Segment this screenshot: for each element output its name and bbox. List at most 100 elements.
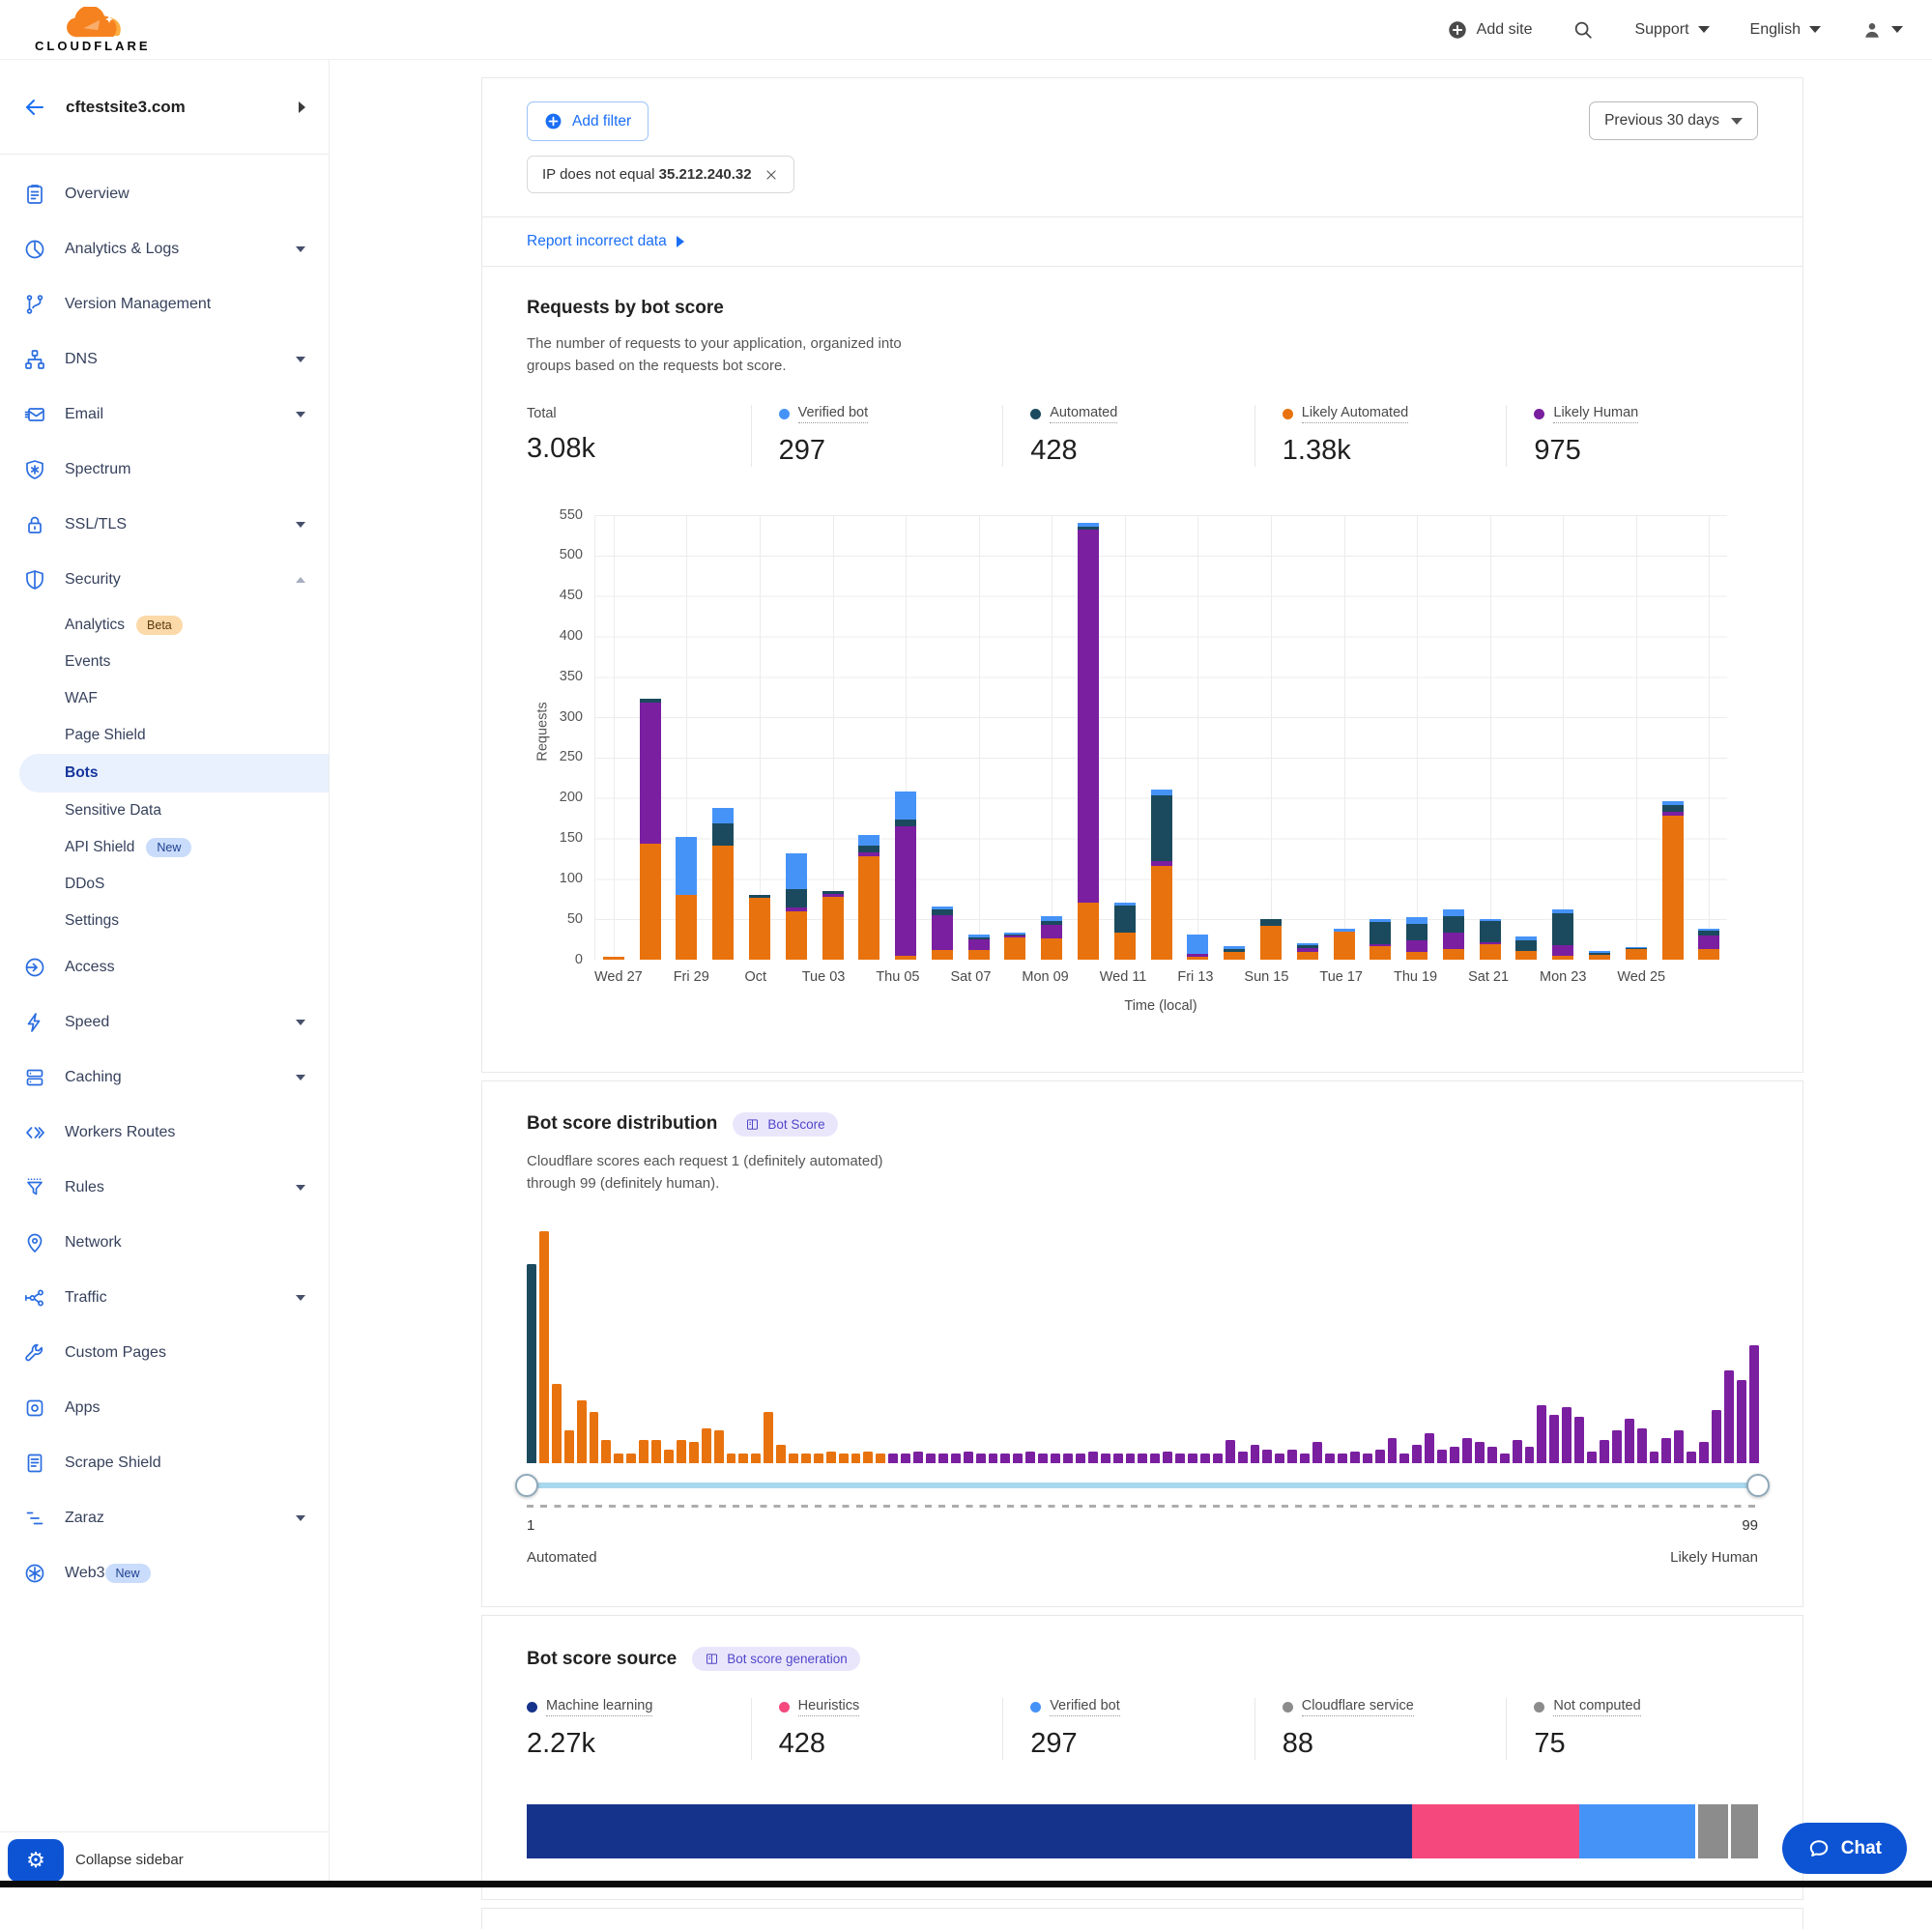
bar-slot[interactable] (815, 515, 851, 960)
bar-slot[interactable] (1544, 515, 1581, 960)
sidebar-item-page-shield[interactable]: Page Shield (0, 717, 329, 754)
bar-slot[interactable] (1326, 515, 1363, 960)
bar-segment-likely-automated (1151, 866, 1172, 959)
requests-bar-chart: Requests 5505004504003503002502001501005… (527, 507, 1758, 1031)
filter-chip-value: 35.212.240.32 (659, 166, 752, 183)
bar-slot[interactable] (1143, 515, 1180, 960)
source-segment-machine-learning (527, 1804, 1412, 1858)
sidebar-item-version-management[interactable]: Version Management (0, 276, 329, 331)
bar-slot[interactable] (632, 515, 669, 960)
sidebar-item-network[interactable]: Network (0, 1215, 329, 1270)
bot-score-badge[interactable]: Bot Score (733, 1112, 837, 1137)
chat-button[interactable]: Chat (1782, 1823, 1907, 1874)
histogram-bar-score-42 (1038, 1454, 1048, 1463)
bar-slot[interactable] (705, 515, 741, 960)
sidebar-item-scrape-shield[interactable]: Scrape Shield (0, 1435, 329, 1490)
plus-circle-icon (544, 112, 562, 130)
source-title: Bot score source (527, 1649, 677, 1670)
bar-segment-verified-bot (1443, 909, 1464, 917)
sidebar-item-web3[interactable]: Web3New (0, 1545, 329, 1600)
search-icon[interactable] (1572, 19, 1594, 41)
sidebar-item-ddos[interactable]: DDoS (0, 866, 329, 903)
bar-slot[interactable] (1435, 515, 1472, 960)
sidebar-item-workers-routes[interactable]: Workers Routes (0, 1105, 329, 1160)
filter-chip[interactable]: IP does not equal 35.212.240.32 (527, 156, 794, 193)
spectrum-icon (23, 458, 46, 481)
sidebar-item-security[interactable]: Security (0, 552, 329, 607)
report-incorrect-data-link[interactable]: Report incorrect data (482, 217, 1802, 266)
bar-slot[interactable] (924, 515, 961, 960)
site-switcher-caret-icon[interactable] (299, 101, 305, 113)
bar-slot[interactable] (1399, 515, 1435, 960)
y-tick-label: 200 (527, 790, 583, 805)
bar-slot[interactable] (997, 515, 1034, 960)
bot-score-generation-badge[interactable]: Bot score generation (692, 1647, 860, 1671)
bar-slot[interactable] (1618, 515, 1655, 960)
language-menu[interactable]: English (1750, 21, 1821, 39)
add-site-button[interactable]: Add site (1447, 19, 1533, 41)
bar-segment-likely-automated (1370, 946, 1391, 959)
slider-handle-min[interactable] (515, 1474, 538, 1497)
histogram-bar-score-33 (926, 1454, 936, 1463)
sidebar-item-sensitive-data[interactable]: Sensitive Data (0, 792, 329, 829)
settings-gear-button[interactable]: ⚙ (8, 1839, 64, 1882)
bar-slot[interactable] (887, 515, 924, 960)
score-range-slider[interactable] (527, 1483, 1758, 1488)
sidebar-item-speed[interactable]: Speed (0, 994, 329, 1050)
stat-label: Likely Human (1553, 405, 1638, 423)
histogram-bar-score-2 (539, 1231, 549, 1463)
bar-slot[interactable] (1033, 515, 1070, 960)
bar-slot[interactable] (1253, 515, 1289, 960)
bar-slot[interactable] (741, 515, 778, 960)
bar-slot[interactable] (1180, 515, 1217, 960)
bar-slot[interactable] (961, 515, 997, 960)
bar-segment-likely-human (640, 703, 661, 844)
bar-slot[interactable] (778, 515, 815, 960)
bar-slot[interactable] (1289, 515, 1326, 960)
bar-slot[interactable] (1107, 515, 1143, 960)
sidebar-item-apps[interactable]: Apps (0, 1380, 329, 1435)
sidebar-item-settings[interactable]: Settings (0, 903, 329, 939)
sidebar-item-bots[interactable]: Bots (19, 754, 329, 792)
back-arrow-icon[interactable] (23, 96, 46, 119)
account-menu[interactable] (1861, 19, 1903, 41)
close-icon[interactable] (764, 167, 779, 183)
sidebar-item-zaraz[interactable]: Zaraz (0, 1490, 329, 1545)
bar-slot[interactable] (1655, 515, 1691, 960)
bar-slot[interactable] (1472, 515, 1509, 960)
sidebar-item-spectrum[interactable]: Spectrum (0, 442, 329, 497)
support-menu[interactable]: Support (1634, 21, 1709, 39)
x-tick-label: Thu 05 (876, 969, 919, 985)
sidebar-item-waf[interactable]: WAF (0, 680, 329, 717)
slider-min-label: Automated (527, 1549, 597, 1566)
bar-slot[interactable] (851, 515, 887, 960)
sidebar-item-custom-pages[interactable]: Custom Pages (0, 1325, 329, 1380)
sidebar-item-analytics[interactable]: AnalyticsBeta (0, 607, 329, 644)
bar-segment-verified-bot (1187, 935, 1208, 953)
histogram-bar-score-46 (1088, 1452, 1098, 1463)
bar-slot[interactable] (1509, 515, 1545, 960)
sidebar-item-ssl-tls[interactable]: SSL/TLS (0, 497, 329, 552)
sidebar-item-dns[interactable]: DNS (0, 331, 329, 387)
bar-segment-automated (712, 823, 734, 846)
bar-slot[interactable] (1581, 515, 1618, 960)
time-range-dropdown[interactable]: Previous 30 days (1589, 101, 1758, 140)
sidebar-item-rules[interactable]: Rules (0, 1160, 329, 1215)
bar-slot[interactable] (1362, 515, 1399, 960)
bar-slot[interactable] (669, 515, 706, 960)
bar-slot[interactable] (1070, 515, 1107, 960)
sidebar-item-caching[interactable]: Caching (0, 1050, 329, 1105)
sidebar-item-overview[interactable]: Overview (0, 166, 329, 221)
sidebar-item-analytics-logs[interactable]: Analytics & Logs (0, 221, 329, 276)
sidebar-item-api-shield[interactable]: API ShieldNew (0, 829, 329, 866)
add-filter-button[interactable]: Add filter (527, 101, 649, 141)
sidebar-item-events[interactable]: Events (0, 644, 329, 680)
slider-handle-max[interactable] (1746, 1474, 1770, 1497)
sidebar-item-traffic[interactable]: Traffic (0, 1270, 329, 1325)
bar-slot[interactable] (595, 515, 632, 960)
collapse-sidebar-button[interactable]: Collapse sidebar (75, 1852, 184, 1868)
sidebar-item-email[interactable]: Email (0, 387, 329, 442)
bar-slot[interactable] (1216, 515, 1253, 960)
sidebar-item-access[interactable]: Access (0, 939, 329, 994)
bar-slot[interactable] (1690, 515, 1727, 960)
